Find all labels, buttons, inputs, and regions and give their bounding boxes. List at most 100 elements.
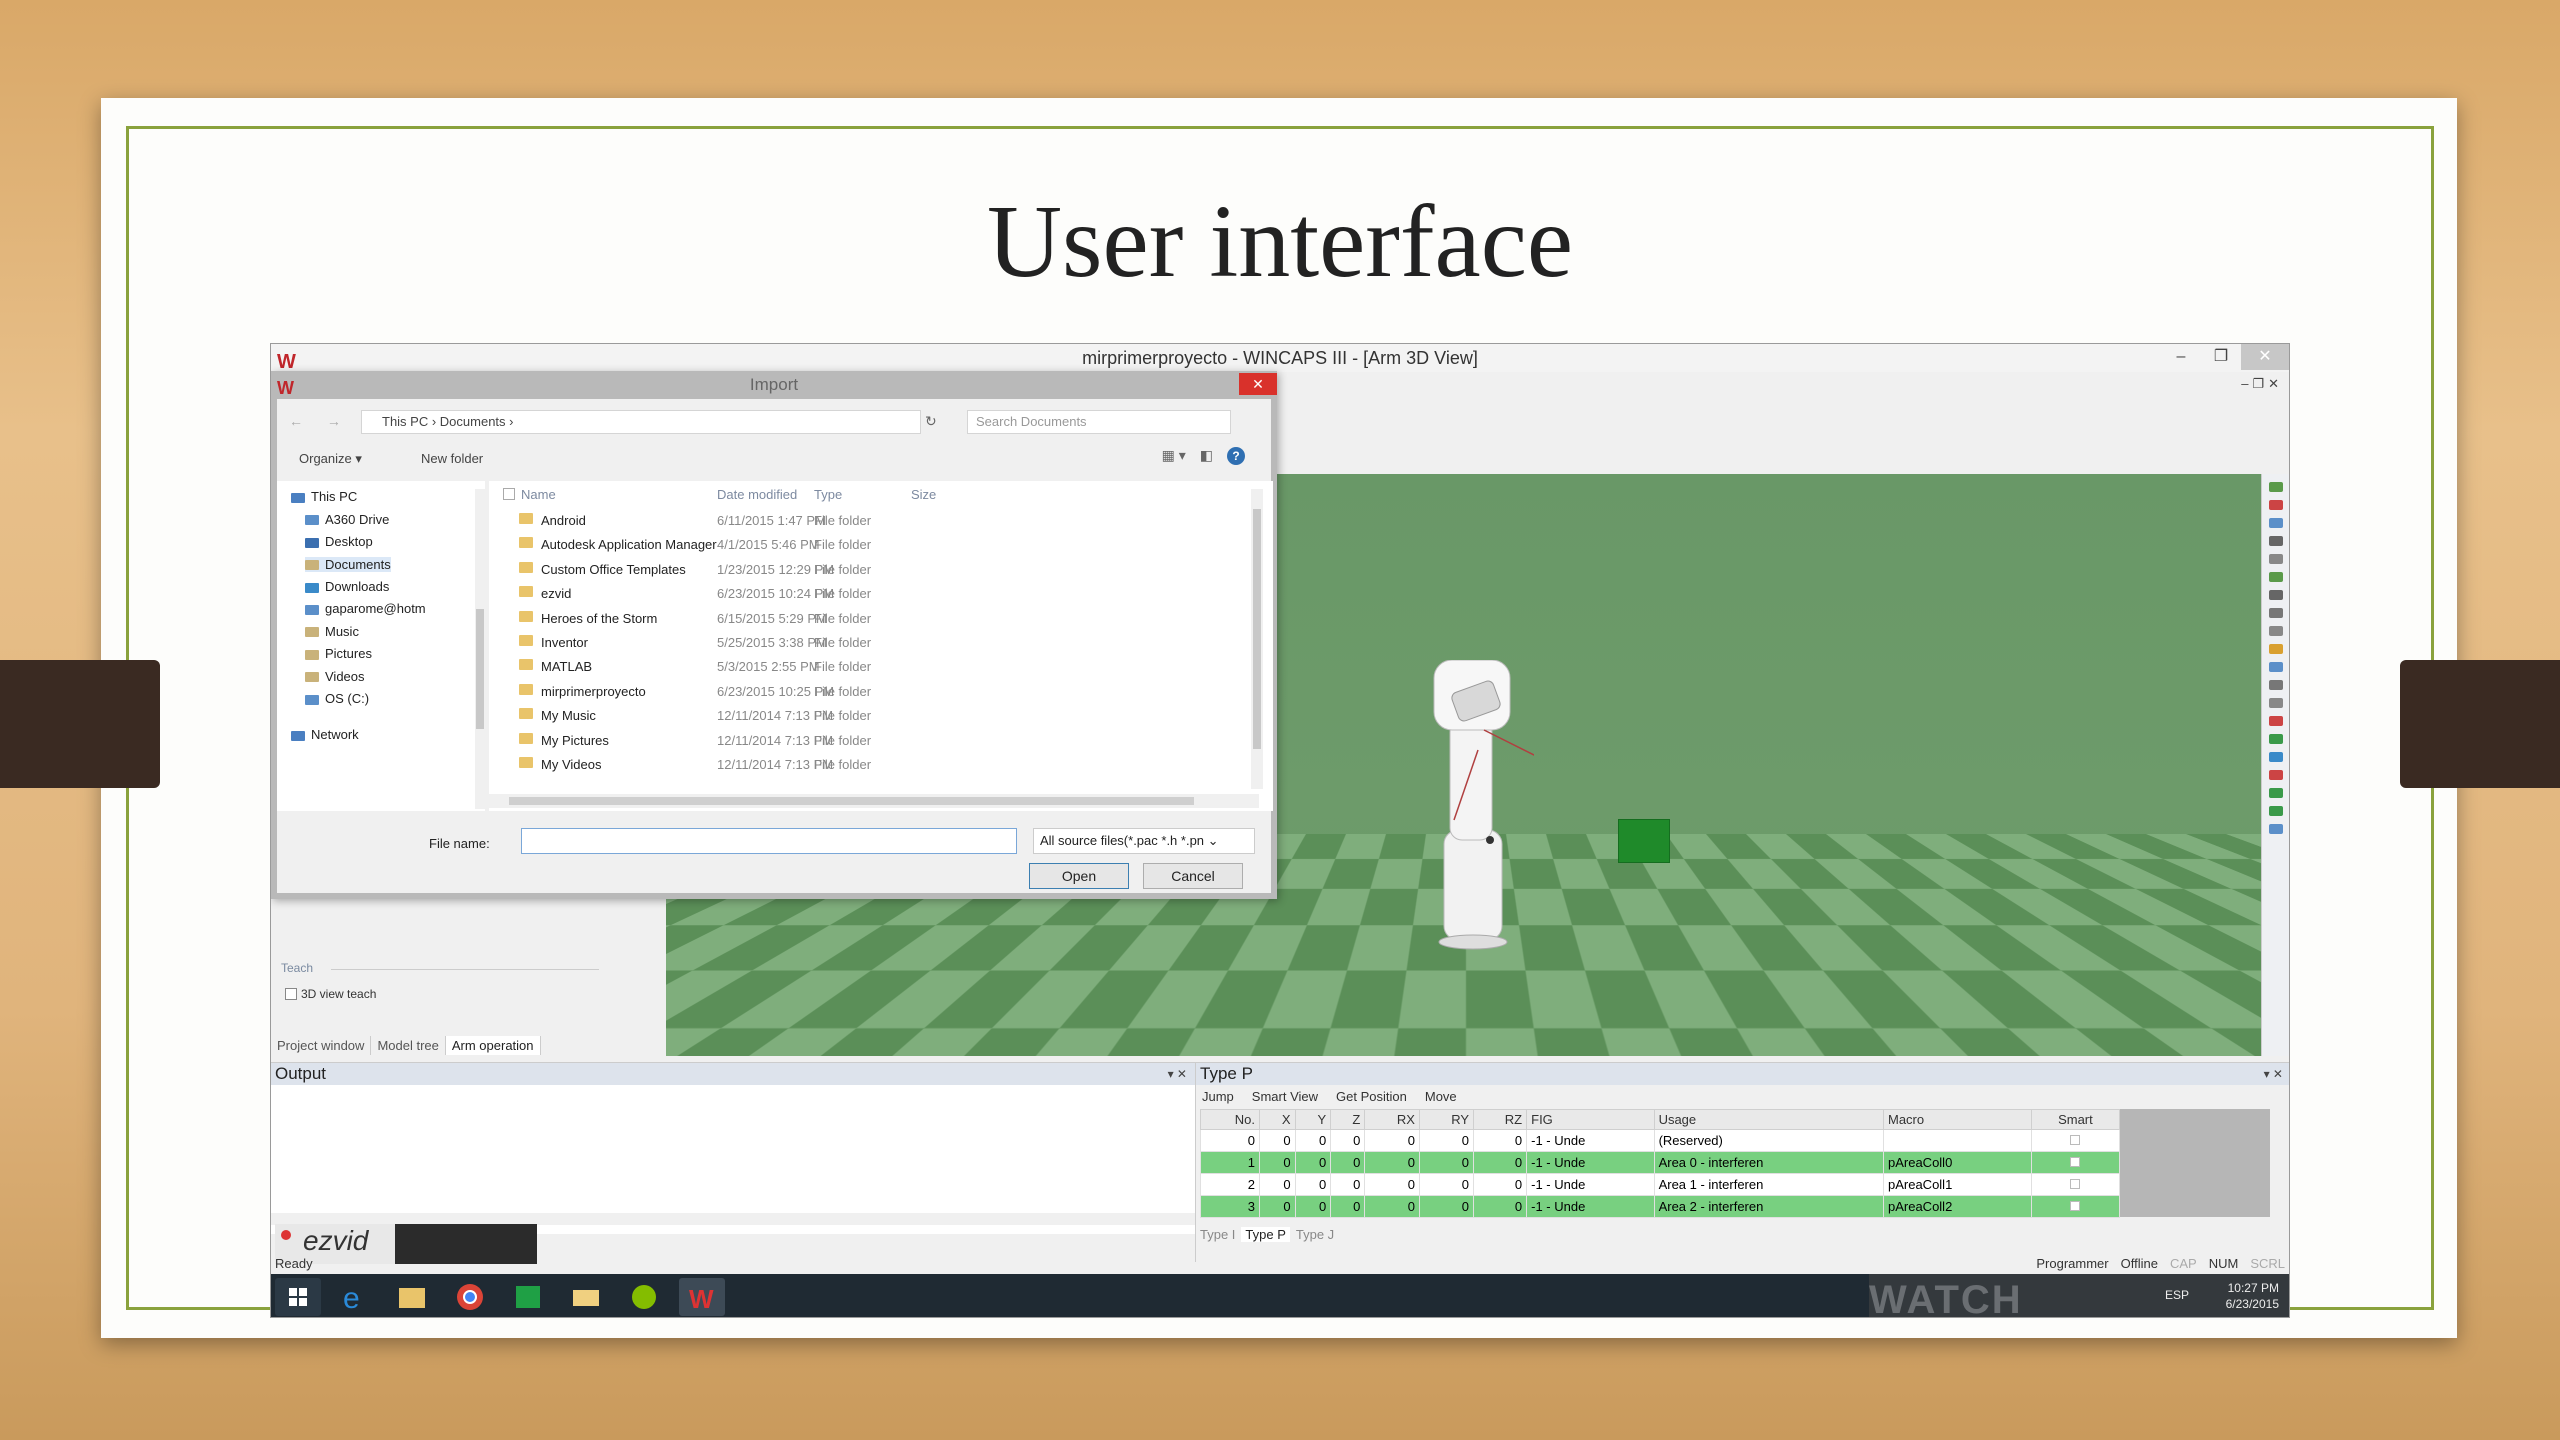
list-item[interactable]: mirprimerproyecto 6/23/2015 10:25 PM File … <box>489 680 1259 704</box>
tool-icon[interactable] <box>2268 626 2283 636</box>
search-input[interactable]: Search Documents <box>967 410 1231 434</box>
help-icon[interactable]: ? <box>1227 447 1245 465</box>
get-position-button[interactable]: Get Position <box>1336 1089 1407 1104</box>
panel-pin-close-icon[interactable]: ▾ ✕ <box>1168 1063 1187 1085</box>
tool-icon[interactable] <box>2268 608 2283 618</box>
tool-icon[interactable] <box>2268 752 2283 762</box>
tool-icon[interactable] <box>2268 500 2283 510</box>
tab-type-p[interactable]: Type P <box>1241 1227 1290 1242</box>
column-name[interactable]: Name <box>521 487 556 502</box>
language-indicator[interactable]: ESP <box>2165 1288 2189 1302</box>
column-header[interactable]: Z <box>1330 1109 1366 1130</box>
nav-item[interactable]: Videos <box>305 669 365 684</box>
column-date-modified[interactable]: Date modified <box>717 487 797 502</box>
tab-type-j[interactable]: Type J <box>1296 1227 1334 1242</box>
folder-icon[interactable] <box>563 1278 609 1316</box>
column-header[interactable]: Macro <box>1882 1109 2032 1130</box>
column-header[interactable]: RZ <box>1473 1109 1528 1130</box>
nav-scrollbar[interactable] <box>475 489 485 809</box>
list-item[interactable]: Android 6/11/2015 1:47 PM File folder <box>489 509 1259 533</box>
table-row[interactable]: 3 0 0 0 0 0 0 -1 - Unde Area 2 - interferen pArea… <box>1200 1195 2121 1218</box>
smart-checkbox[interactable] <box>2070 1157 2081 1167</box>
select-all-checkbox[interactable] <box>503 488 515 500</box>
nav-item[interactable]: Desktop <box>305 534 373 549</box>
tab-model-tree[interactable]: Model tree <box>371 1036 446 1055</box>
3d-view-teach-checkbox[interactable]: 3D view teach <box>285 987 376 1001</box>
breadcrumb-documents[interactable]: Documents <box>440 414 506 429</box>
file-type-select[interactable]: All source files(*.pac *.h *.pn ⌄ <box>1033 828 1255 854</box>
column-type[interactable]: Type <box>814 487 842 502</box>
smart-checkbox[interactable] <box>2070 1179 2081 1189</box>
nav-item[interactable]: Downloads <box>305 579 389 594</box>
tool-icon[interactable] <box>2268 590 2283 600</box>
spotify-icon[interactable] <box>621 1278 667 1316</box>
list-item[interactable]: My Videos 12/11/2014 7:13 PM File folder <box>489 753 1259 777</box>
list-item[interactable]: My Music 12/11/2014 7:13 PM File folder <box>489 704 1259 728</box>
tool-icon[interactable] <box>2268 824 2283 834</box>
file-list-hscrollbar[interactable] <box>489 794 1259 808</box>
panel-pin-close-icon[interactable]: ▾ ✕ <box>2264 1063 2283 1085</box>
start-windows-icon[interactable] <box>275 1278 321 1316</box>
new-folder-button[interactable]: New folder <box>421 451 483 466</box>
list-item[interactable]: My Pictures 12/11/2014 7:13 PM File folder <box>489 729 1259 753</box>
tool-icon[interactable] <box>2268 680 2283 690</box>
list-item[interactable]: Autodesk Application Manager 4/1/2015 5:4… <box>489 533 1259 557</box>
nav-item[interactable]: gaparome@hotm <box>305 601 426 616</box>
smart-checkbox[interactable] <box>2070 1135 2081 1145</box>
file-name-input[interactable] <box>521 828 1017 854</box>
open-button[interactable]: Open <box>1029 863 1129 889</box>
nav-item[interactable]: Network <box>291 727 359 742</box>
nav-item[interactable]: Music <box>305 624 359 639</box>
maximize-icon[interactable]: ❐ <box>2201 344 2241 370</box>
jump-button[interactable]: Jump <box>1202 1089 1234 1104</box>
tool-icon[interactable] <box>2268 536 2283 546</box>
preview-pane-icon[interactable]: ◧ <box>1200 447 1213 465</box>
column-header[interactable]: RY <box>1418 1109 1475 1130</box>
cancel-button[interactable]: Cancel <box>1143 863 1243 889</box>
breadcrumb-this-pc[interactable]: This PC <box>382 414 428 429</box>
nav-item[interactable]: Pictures <box>305 646 372 661</box>
tool-icon[interactable] <box>2268 482 2283 492</box>
list-item[interactable]: MATLAB 5/3/2015 2:55 PM File folder <box>489 655 1259 679</box>
close-icon[interactable]: ✕ <box>2241 344 2289 370</box>
nav-item[interactable]: Documents <box>305 556 391 572</box>
tool-icon[interactable] <box>2268 788 2283 798</box>
internet-explorer-icon[interactable]: e <box>331 1278 377 1316</box>
checkbox-icon[interactable] <box>285 988 297 1000</box>
chrome-icon[interactable] <box>447 1278 493 1316</box>
tool-icon[interactable] <box>2268 572 2283 582</box>
table-row[interactable]: 1 0 0 0 0 0 0 -1 - Unde Area 0 - interferen pArea… <box>1200 1151 2121 1174</box>
store-icon[interactable] <box>505 1278 551 1316</box>
tool-icon[interactable] <box>2268 554 2283 564</box>
column-header[interactable]: X <box>1258 1109 1296 1130</box>
tool-icon[interactable] <box>2268 518 2283 528</box>
breadcrumb[interactable]: This PC › Documents › <box>361 410 921 434</box>
organize-button[interactable]: Organize ▾ <box>299 451 362 467</box>
column-header[interactable]: Smart <box>2030 1109 2121 1130</box>
nav-item[interactable]: OS (C:) <box>305 691 369 706</box>
tool-icon[interactable] <box>2268 806 2283 816</box>
wincaps-taskbar-icon[interactable]: W <box>679 1278 725 1316</box>
tool-icon[interactable] <box>2268 716 2283 726</box>
column-header[interactable]: No. <box>1200 1109 1260 1130</box>
column-header[interactable]: RX <box>1364 1109 1420 1130</box>
minimize-icon[interactable]: – <box>2161 344 2201 370</box>
file-explorer-icon[interactable] <box>389 1278 435 1316</box>
clock[interactable]: 10:27 PM 6/23/2015 <box>2226 1280 2279 1312</box>
refresh-icon[interactable]: ↻ <box>925 413 937 430</box>
smart-checkbox[interactable] <box>2070 1201 2081 1211</box>
tab-type-i[interactable]: Type I <box>1200 1227 1235 1242</box>
move-button[interactable]: Move <box>1425 1089 1457 1104</box>
tool-icon[interactable] <box>2268 644 2283 654</box>
column-header[interactable]: FIG <box>1526 1109 1655 1130</box>
list-item[interactable]: Inventor 5/25/2015 3:38 PM File folder <box>489 631 1259 655</box>
smart-view-button[interactable]: Smart View <box>1252 1089 1318 1104</box>
nav-item[interactable]: This PC <box>291 489 357 504</box>
column-header[interactable]: Usage <box>1653 1109 1884 1130</box>
table-vscrollbar[interactable] <box>2276 1109 2288 1217</box>
dialog-close-icon[interactable]: ✕ <box>1239 373 1277 395</box>
view-mode-icon[interactable]: ▦ ▾ <box>1162 447 1186 465</box>
column-header[interactable]: Y <box>1294 1109 1332 1130</box>
list-item[interactable]: Custom Office Templates 1/23/2015 12:29 P… <box>489 558 1259 582</box>
child-window-controls[interactable]: –❐✕ <box>2241 376 2283 392</box>
